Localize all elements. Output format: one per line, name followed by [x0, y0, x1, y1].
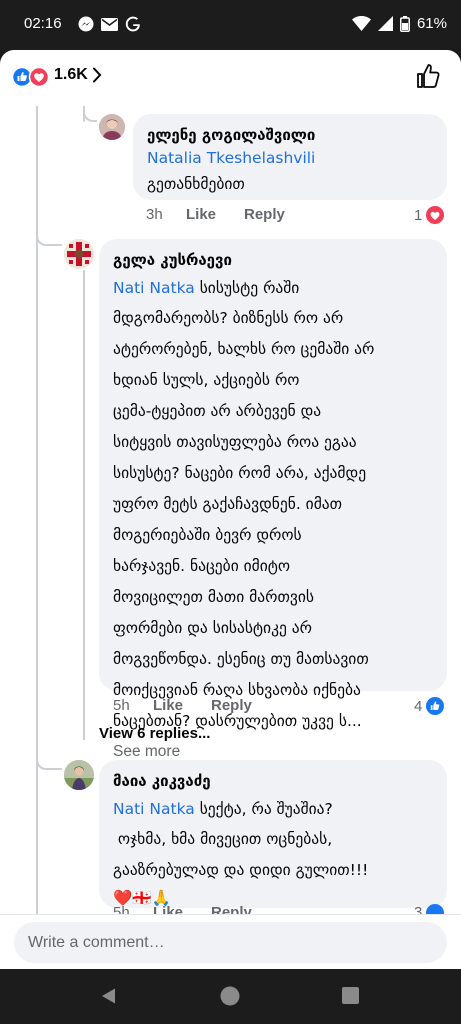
comment-time: 5h [113, 904, 130, 914]
reaction-icons [12, 66, 50, 88]
like-reaction-icon [12, 66, 33, 88]
comment-reactions[interactable]: 4 [414, 697, 445, 715]
like-button[interactable]: Like [153, 904, 211, 914]
like-button[interactable]: Like [186, 206, 244, 223]
mention-link[interactable]: Nati Natka [113, 279, 195, 297]
status-bar: 02:16 61% [0, 0, 461, 50]
mention-link[interactable]: Natalia Tkeshelashvili [147, 146, 433, 170]
google-icon [125, 16, 140, 32]
reply-button[interactable]: Reply [211, 697, 252, 714]
comment-text: ატერორებენ, ხალხს რო ცემაში არ [113, 340, 375, 358]
thread-line [83, 270, 85, 740]
like-button[interactable]: Like [153, 697, 211, 714]
comment-actions: 3h Like Reply [146, 206, 285, 223]
comment-author[interactable]: ელენე გოგილაშვილი [147, 124, 433, 146]
composer-bar: Write a comment… [0, 914, 461, 969]
avatar[interactable] [64, 760, 94, 790]
comment-bubble[interactable]: ელენე გოგილაშვილი Natalia Tkeshelashvili… [133, 114, 447, 200]
chevron-right-icon[interactable] [92, 67, 102, 83]
comment-text: მდგომარეობს? ბიზნესს რო არ [113, 309, 344, 327]
comment-text: გეთანხმებით [147, 175, 245, 193]
thread-connector [36, 754, 62, 770]
thread-connector [36, 230, 62, 246]
battery-icon [399, 15, 410, 32]
like-reaction-icon [426, 697, 445, 715]
comment-time: 5h [113, 697, 130, 714]
like-outline-icon[interactable] [416, 63, 440, 89]
comment-reactions[interactable]: 3 [414, 904, 445, 914]
comment-reaction-count: 4 [414, 697, 423, 715]
system-nav-bar [0, 969, 461, 1024]
comment-text: მოვიცილეთ მათი მართვის [113, 588, 314, 606]
comment-text: ცემა-ტყეპით არ არბევენ და [113, 402, 322, 420]
comment-author[interactable]: მაია კიკვაძე [113, 768, 433, 794]
comment-text: ხარჯავენ. ნაცები იმიტო [113, 557, 291, 575]
mail-icon [101, 17, 118, 31]
comment-text: ფორმები და სისასტიკე არ [113, 619, 312, 637]
signal-icon [377, 16, 393, 31]
comment-reaction-count: 3 [414, 904, 423, 914]
comment-reaction-count: 1 [414, 206, 423, 224]
reactions-header[interactable]: 1.6K [0, 50, 461, 106]
comment-text: მოგვეწონდა. ესენიც თუ მათსავით [113, 650, 369, 668]
messenger-icon [78, 16, 94, 32]
wifi-icon [351, 16, 371, 31]
thread-connector [83, 106, 97, 122]
recents-icon[interactable] [342, 986, 360, 1004]
comment-actions: 5h Like Reply [113, 697, 252, 714]
reaction-count[interactable]: 1.6K [54, 66, 88, 84]
reply-button[interactable]: Reply [244, 206, 285, 223]
comment-text: მოგერიებაში ბევრ დროს [113, 526, 302, 544]
avatar[interactable] [64, 239, 94, 269]
comment-text: სისუსტე? ნაცები რომ არა, აქამდე [113, 464, 367, 482]
comment-text: გააზრებულად და დიდი გულით!!! [113, 861, 369, 879]
comment-text: სიტყვის თავისუფლება როა ეგაა [113, 433, 357, 451]
comments-sheet[interactable]: 1.6K ელენე გოგილაშვილი Natalia Tkeshelas… [0, 50, 461, 969]
comment-bubble[interactable]: გელა კუსრაევი Nati Natka სისუსტე რაში მდ… [99, 239, 447, 760]
comment-text: უფრო მეტს გაქაჩავდნენ. იმათ [113, 495, 343, 513]
comment-author[interactable]: გელა კუსრაევი [113, 247, 433, 273]
reply-button[interactable]: Reply [211, 904, 252, 914]
comment-text: სისუსტე რაში [194, 279, 300, 297]
love-reaction-icon [426, 206, 445, 224]
comment-input[interactable]: Write a comment… [14, 922, 447, 963]
comment-reactions[interactable]: 1 [414, 206, 445, 224]
love-reaction-icon [28, 66, 50, 88]
back-icon[interactable] [99, 986, 119, 1006]
mention-link[interactable]: Nati Natka [113, 800, 195, 818]
like-reaction-icon [426, 904, 445, 914]
comment-text: ხდიან სულს, აქციებს რო [113, 371, 300, 389]
comment-text: ოჯხმა, ხმა მივეცით ოცნებას, [113, 830, 333, 848]
home-icon[interactable] [220, 986, 240, 1006]
comment-text: სექტა, რა შუაშია? [194, 800, 333, 818]
comment-bubble[interactable]: მაია კიკვაძე Nati Natka სექტა, რა შუაშია… [99, 760, 447, 908]
status-time: 02:16 [24, 15, 62, 32]
comment-time: 3h [146, 206, 163, 223]
battery-percent: 61% [416, 15, 447, 32]
view-replies-link[interactable]: View 6 replies... [99, 725, 210, 742]
comment-actions: 5h Like Reply [113, 904, 252, 914]
avatar[interactable] [99, 114, 125, 140]
